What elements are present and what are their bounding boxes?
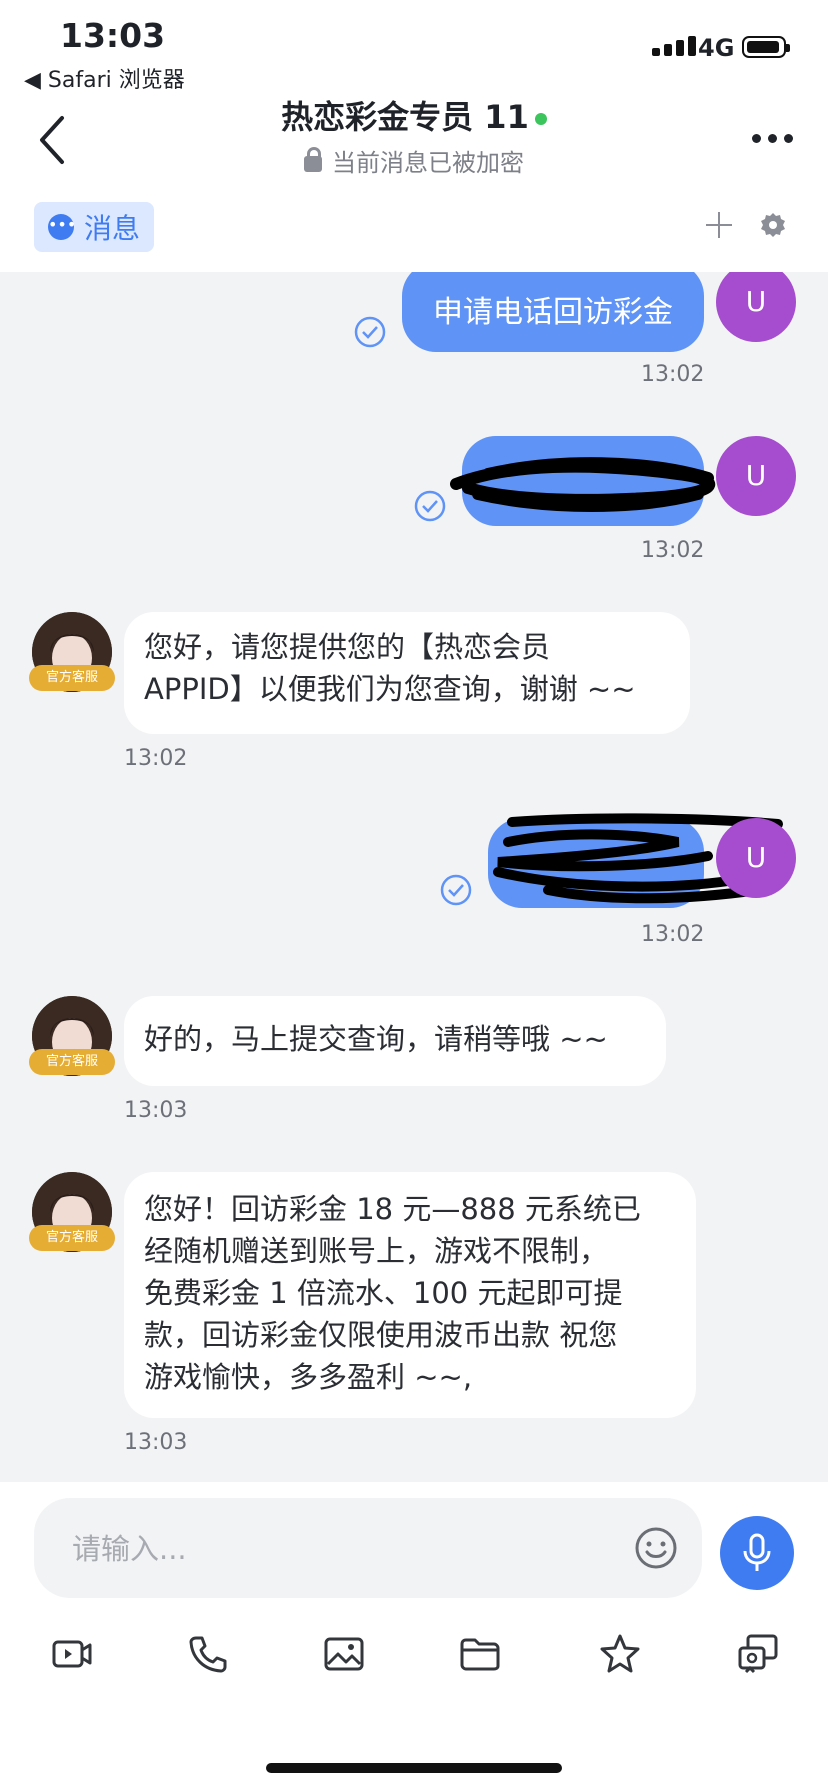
encryption-text: 当前消息已被加密 <box>332 149 524 177</box>
user-avatar[interactable]: U <box>716 272 796 342</box>
message-line: 游戏愉快，多多盈利 ~~, <box>144 1360 473 1394</box>
message-bubble-incoming[interactable]: 您好，请您提供您的【热恋会员 APPID】以便我们为您查询，谢谢 ~~ <box>124 612 690 734</box>
official-support-badge: 官方客服 <box>29 1225 115 1251</box>
network-type: 4G <box>698 34 735 62</box>
voice-input-button[interactable] <box>720 1516 794 1590</box>
message-timestamp: 13:02 <box>641 538 705 563</box>
lock-icon <box>304 147 322 172</box>
read-check-icon <box>440 874 472 906</box>
message-bubble-outgoing[interactable]: 申请电话回访彩金 <box>402 272 704 352</box>
message-line: 免费彩金 1 倍流水、100 元起即可提 <box>144 1276 623 1310</box>
message-timestamp: 13:02 <box>641 362 705 387</box>
folder-icon[interactable] <box>458 1632 502 1676</box>
read-check-icon <box>354 316 386 348</box>
chat-title: 热恋彩金专员 11 <box>0 92 828 138</box>
message-bubble-incoming[interactable]: 好的，马上提交查询，请稍等哦 ~~ <box>124 996 666 1086</box>
message-bubble-incoming[interactable]: 您好！回访彩金 18 元—888 元系统已 经随机赠送到账号上，游戏不限制， 免… <box>124 1172 696 1418</box>
tab-row: ••• 消息 <box>0 186 828 272</box>
add-icon[interactable] <box>706 212 732 238</box>
user-avatar[interactable]: U <box>716 818 796 898</box>
back-to-safari-link[interactable]: ◀ Safari 浏览器 <box>24 62 185 94</box>
chat-bubble-icon: ••• <box>47 214 76 240</box>
microphone-icon <box>743 1533 771 1571</box>
phone-icon[interactable] <box>186 1632 230 1676</box>
battery-icon <box>742 36 790 58</box>
message-timestamp: 13:03 <box>124 1430 188 1455</box>
message-timestamp: 13:02 <box>641 922 705 947</box>
message-input[interactable] <box>70 1526 594 1572</box>
composer <box>0 1482 828 1792</box>
emoji-icon[interactable] <box>634 1526 678 1570</box>
redaction-scribble <box>450 457 716 512</box>
tab-messages[interactable]: ••• 消息 <box>34 202 154 252</box>
official-support-badge: 官方客服 <box>29 665 115 691</box>
screen-share-icon[interactable] <box>736 1632 780 1676</box>
clock: 13:03 <box>60 16 166 55</box>
read-check-icon <box>414 490 446 522</box>
attachment-toolbar <box>0 1632 828 1692</box>
image-icon[interactable] <box>322 1632 366 1676</box>
message-line: 好的，马上提交查询，请稍等哦 ~~ <box>144 1022 608 1056</box>
official-support-badge: 官方客服 <box>29 1049 115 1075</box>
message-line: APPID】以便我们为您查询，谢谢 ~~ <box>144 672 636 706</box>
tab-messages-label: 消息 <box>83 212 140 245</box>
message-line: 您好！回访彩金 18 元—888 元系统已 <box>144 1192 641 1226</box>
encryption-notice: 当前消息已被加密 <box>0 143 828 178</box>
message-timestamp: 13:03 <box>124 1098 188 1123</box>
message-line: 您好，请您提供您的【热恋会员 <box>144 630 551 664</box>
video-icon[interactable] <box>50 1632 94 1676</box>
message-line: 款，回访彩金仅限使用波币出款 祝您 <box>144 1318 618 1352</box>
message-timestamp: 13:02 <box>124 746 188 771</box>
chat-area[interactable]: 申请电话回访彩金 U 13:02 U 13:02 官方客服 您好，请您提供您的【… <box>0 272 828 1482</box>
home-indicator[interactable] <box>266 1763 562 1773</box>
more-options-icon[interactable] <box>752 134 793 143</box>
online-status-dot <box>534 113 547 125</box>
gear-icon[interactable] <box>760 212 786 238</box>
signal-icon <box>652 36 696 56</box>
message-input-container[interactable] <box>34 1498 702 1598</box>
message-line: 经随机赠送到账号上，游戏不限制， <box>144 1234 609 1268</box>
message-text: 申请电话回访彩金 <box>433 295 673 330</box>
chat-title-text: 热恋彩金专员 11 <box>281 98 529 136</box>
status-bar: 13:03 ◀ Safari 浏览器 4G <box>0 0 828 94</box>
star-icon[interactable] <box>598 1632 642 1676</box>
user-avatar[interactable]: U <box>716 436 796 516</box>
